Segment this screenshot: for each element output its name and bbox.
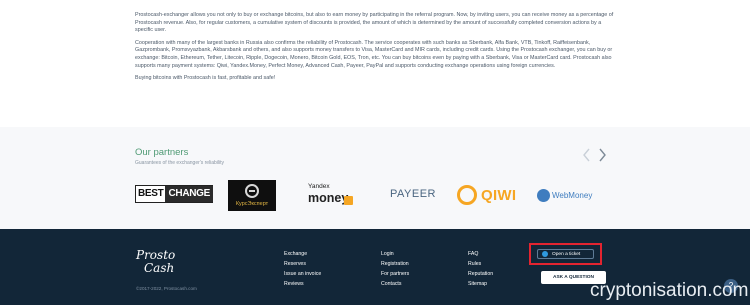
yandex-wallet-icon xyxy=(344,196,353,205)
webmoney-globe-icon xyxy=(537,189,550,202)
footer-link-login[interactable]: Login xyxy=(381,249,409,259)
kursexpert-emblem-icon xyxy=(245,184,259,198)
open-ticket-button[interactable]: Open a ticket xyxy=(537,249,594,259)
footer-link-sitemap[interactable]: Sitemap xyxy=(468,279,493,289)
footer-link-reviews[interactable]: Reviews xyxy=(284,279,321,289)
bestchange-logo-part1: BEST xyxy=(136,186,166,202)
partners-subtitle: Guarantees of the exchanger's reliabilit… xyxy=(135,160,225,166)
chevron-left-icon[interactable] xyxy=(582,148,592,162)
footer-nav-column-2: Login Registration For partners Contacts xyxy=(381,249,409,289)
intro-paragraph-2: Cooperation with many of the largest ban… xyxy=(135,39,613,69)
footer-link-contacts[interactable]: Contacts xyxy=(381,279,409,289)
bestchange-logo[interactable]: BEST CHANGE xyxy=(135,185,214,203)
prostocash-footer-logo[interactable]: Prosto Cash xyxy=(136,249,182,283)
kursexpert-logo[interactable]: КурсЭксперт xyxy=(228,180,276,211)
footer-link-issue-invoice[interactable]: Issue an invoice xyxy=(284,269,321,279)
intro-text-section: Prostocash-exchanger allows you not only… xyxy=(135,12,615,88)
footer-logo-line2: Cash xyxy=(144,261,175,275)
qiwi-circle-icon xyxy=(457,185,477,205)
footer-link-reputation[interactable]: Reputation xyxy=(468,269,493,279)
intro-paragraph-1: Prostocash-exchanger allows you not only… xyxy=(135,12,614,34)
footer-nav-column-3: FAQ Rules Reputation Sitemap xyxy=(468,249,493,289)
open-ticket-label: Open a ticket xyxy=(552,251,581,257)
intro-paragraph-3: Buying bitcoins with Prostocash is fast,… xyxy=(135,75,276,82)
footer-link-registration[interactable]: Registration xyxy=(381,259,409,269)
kursexpert-logo-text: КурсЭксперт xyxy=(235,201,269,207)
footer-nav-column-1: Exchange Reserves Issue an invoice Revie… xyxy=(284,249,321,289)
webmoney-logo-text: WebMoney xyxy=(552,191,593,200)
footer-link-reserves[interactable]: Reserves xyxy=(284,259,321,269)
yandex-logo-bottom: money xyxy=(308,191,349,205)
payeer-logo[interactable]: PAYEER xyxy=(390,188,436,200)
chevron-right-icon[interactable] xyxy=(597,148,607,162)
yandex-money-logo[interactable]: Yandex money xyxy=(308,183,360,211)
qiwi-logo-text: QIWI xyxy=(481,187,517,204)
watermark-text: cryptonisation.com xyxy=(590,280,749,301)
footer-link-rules[interactable]: Rules xyxy=(468,259,493,269)
open-ticket-highlight: Open a ticket xyxy=(529,243,602,265)
footer-link-partners[interactable]: For partners xyxy=(381,269,409,279)
telegram-icon xyxy=(542,251,548,257)
copyright-text: ©2017-2022, Prostocash.com xyxy=(136,286,197,291)
bestchange-logo-part2: CHANGE xyxy=(165,186,214,202)
partners-section: Our partners Guarantees of the exchanger… xyxy=(0,127,750,229)
footer-link-exchange[interactable]: Exchange xyxy=(284,249,321,259)
qiwi-logo[interactable]: QIWI xyxy=(457,183,527,209)
partners-title: Our partners xyxy=(135,147,189,158)
webmoney-logo[interactable]: WebMoney xyxy=(537,186,599,206)
footer-link-faq[interactable]: FAQ xyxy=(468,249,493,259)
yandex-logo-top: Yandex xyxy=(308,183,330,190)
